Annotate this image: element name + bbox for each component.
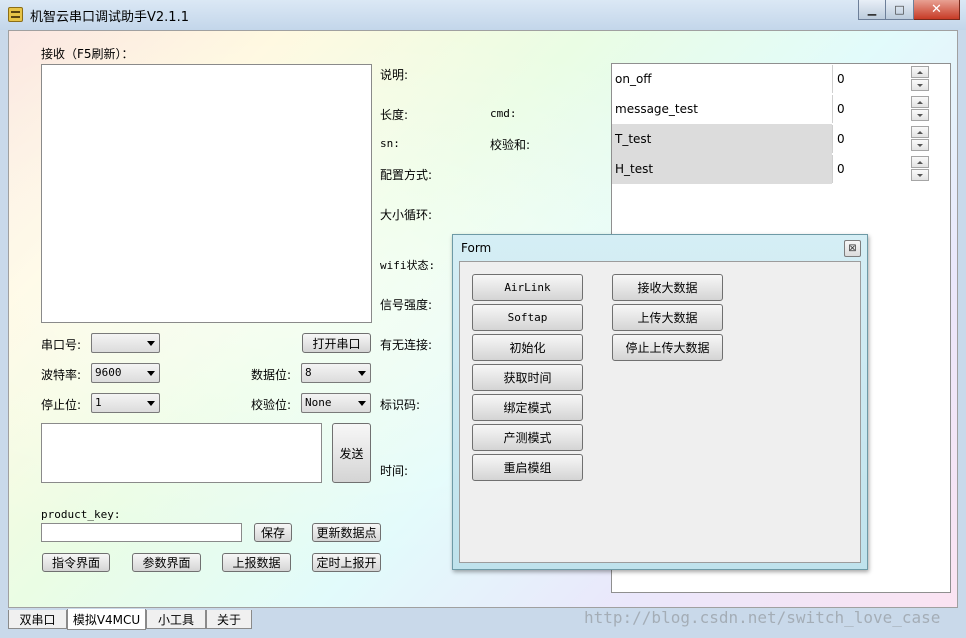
softap-button[interactable]: Softap	[472, 304, 583, 331]
tab-tools[interactable]: 小工具	[146, 610, 206, 629]
signal-strength-label: 信号强度:	[380, 298, 433, 312]
datapoint-name: on_off	[615, 72, 652, 86]
window-controls: ▁ □ ✕	[858, 0, 960, 21]
report-data-button[interactable]: 上报数据	[222, 553, 291, 572]
factory-test-button[interactable]: 产测模式	[472, 424, 583, 451]
parity-label: 校验位:	[251, 398, 292, 412]
tab-dual-serial[interactable]: 双串口	[8, 610, 67, 629]
datapoint-name: T_test	[612, 124, 832, 154]
endianness-label: 大小循环:	[380, 208, 433, 222]
datapoint-row: message_test 0	[612, 94, 932, 124]
open-port-button[interactable]: 打开串口	[302, 333, 371, 353]
stopbits-label: 停止位:	[41, 398, 82, 412]
tab-about[interactable]: 关于	[206, 610, 252, 629]
cmd-label: cmd:	[490, 107, 517, 120]
form-title: Form	[461, 241, 492, 255]
databits-label: 数据位:	[251, 368, 292, 382]
restart-module-button[interactable]: 重启模组	[472, 454, 583, 481]
timed-report-button[interactable]: 定时上报开	[312, 553, 381, 572]
initialize-button[interactable]: 初始化	[472, 334, 583, 361]
sn-label: sn:	[380, 137, 400, 150]
spin-down-icon[interactable]	[911, 169, 929, 181]
datapoint-row: H_test 0	[612, 154, 932, 184]
datapoint-stepper[interactable]: 0	[832, 95, 931, 123]
datapoint-name: message_test	[615, 102, 698, 116]
chevron-down-icon	[147, 401, 155, 406]
description-label: 说明:	[380, 68, 409, 82]
maximize-button[interactable]: □	[886, 0, 914, 20]
datapoint-stepper[interactable]: 0	[832, 125, 931, 153]
bind-mode-button[interactable]: 绑定模式	[472, 394, 583, 421]
spin-down-icon[interactable]	[911, 109, 929, 121]
window-title: 机智云串口调试助手V2.1.1	[30, 10, 189, 25]
datapoint-value: 0	[837, 102, 845, 116]
receive-textarea[interactable]	[41, 64, 372, 323]
time-label: 时间:	[380, 464, 409, 478]
port-select[interactable]	[91, 333, 160, 353]
form-body: AirLink Softap 初始化 获取时间 绑定模式 产测模式 重启模组 接…	[459, 261, 861, 563]
baud-select[interactable]: 9600	[91, 363, 160, 383]
baud-value: 9600	[95, 366, 122, 379]
databits-value: 8	[305, 366, 312, 379]
wifi-status-label: wifi状态:	[380, 259, 436, 272]
spin-up-icon[interactable]	[911, 66, 929, 78]
parity-value: None	[305, 396, 332, 409]
datapoint-row: on_off 0	[612, 64, 932, 94]
update-datapoints-button[interactable]: 更新数据点	[312, 523, 381, 542]
datapoint-stepper[interactable]: 0	[832, 155, 931, 183]
checksum-label: 校验和:	[490, 138, 531, 152]
chevron-down-icon	[147, 341, 155, 346]
product-key-label: product_key:	[41, 508, 121, 521]
spin-up-icon[interactable]	[911, 156, 929, 168]
chevron-down-icon	[358, 401, 366, 406]
parity-select[interactable]: None	[301, 393, 371, 413]
form-close-button[interactable]: ⊠	[844, 240, 861, 257]
datapoint-stepper[interactable]: 0	[832, 65, 931, 93]
watermark-text: http://blog.csdn.net/switch_love_case	[584, 608, 941, 627]
airlink-button[interactable]: AirLink	[472, 274, 583, 301]
datapoint-name: H_test	[612, 154, 832, 184]
baud-label: 波特率:	[41, 368, 82, 382]
save-button[interactable]: 保存	[254, 523, 292, 542]
datapoint-value: 0	[837, 132, 845, 146]
port-label: 串口号:	[41, 338, 82, 352]
stopbits-select[interactable]: 1	[91, 393, 160, 413]
title-bar[interactable]: 机智云串口调试助手V2.1.1 ▁ □ ✕	[0, 0, 966, 30]
datapoint-value: 0	[837, 72, 845, 86]
receive-bigdata-button[interactable]: 接收大数据	[612, 274, 723, 301]
upload-bigdata-button[interactable]: 上传大数据	[612, 304, 723, 331]
databits-select[interactable]: 8	[301, 363, 371, 383]
chevron-down-icon	[147, 371, 155, 376]
receive-label: 接收（F5刷新）：	[41, 47, 134, 61]
minimize-button[interactable]: ▁	[858, 0, 886, 20]
connection-label: 有无连接:	[380, 338, 433, 352]
datapoint-row: T_test 0	[612, 124, 932, 154]
send-textarea[interactable]	[41, 423, 322, 483]
spin-down-icon[interactable]	[911, 139, 929, 151]
command-view-button[interactable]: 指令界面	[42, 553, 110, 572]
tab-simulate-v4mcu[interactable]: 模拟V4MCU	[67, 609, 146, 630]
app-icon	[8, 7, 23, 22]
chevron-down-icon	[358, 371, 366, 376]
spin-up-icon[interactable]	[911, 126, 929, 138]
config-mode-label: 配置方式:	[380, 168, 433, 182]
close-button[interactable]: ✕	[914, 0, 960, 20]
form-dialog[interactable]: Form ⊠ AirLink Softap 初始化 获取时间 绑定模式 产测模式…	[452, 234, 868, 570]
datapoint-value: 0	[837, 162, 845, 176]
id-code-label: 标识码:	[380, 398, 421, 412]
product-key-input[interactable]	[41, 523, 242, 542]
spin-down-icon[interactable]	[911, 79, 929, 91]
stop-upload-bigdata-button[interactable]: 停止上传大数据	[612, 334, 723, 361]
spin-up-icon[interactable]	[911, 96, 929, 108]
send-button[interactable]: 发送	[332, 423, 371, 483]
get-time-button[interactable]: 获取时间	[472, 364, 583, 391]
stopbits-value: 1	[95, 396, 102, 409]
param-view-button[interactable]: 参数界面	[132, 553, 201, 572]
length-label: 长度:	[380, 108, 409, 122]
